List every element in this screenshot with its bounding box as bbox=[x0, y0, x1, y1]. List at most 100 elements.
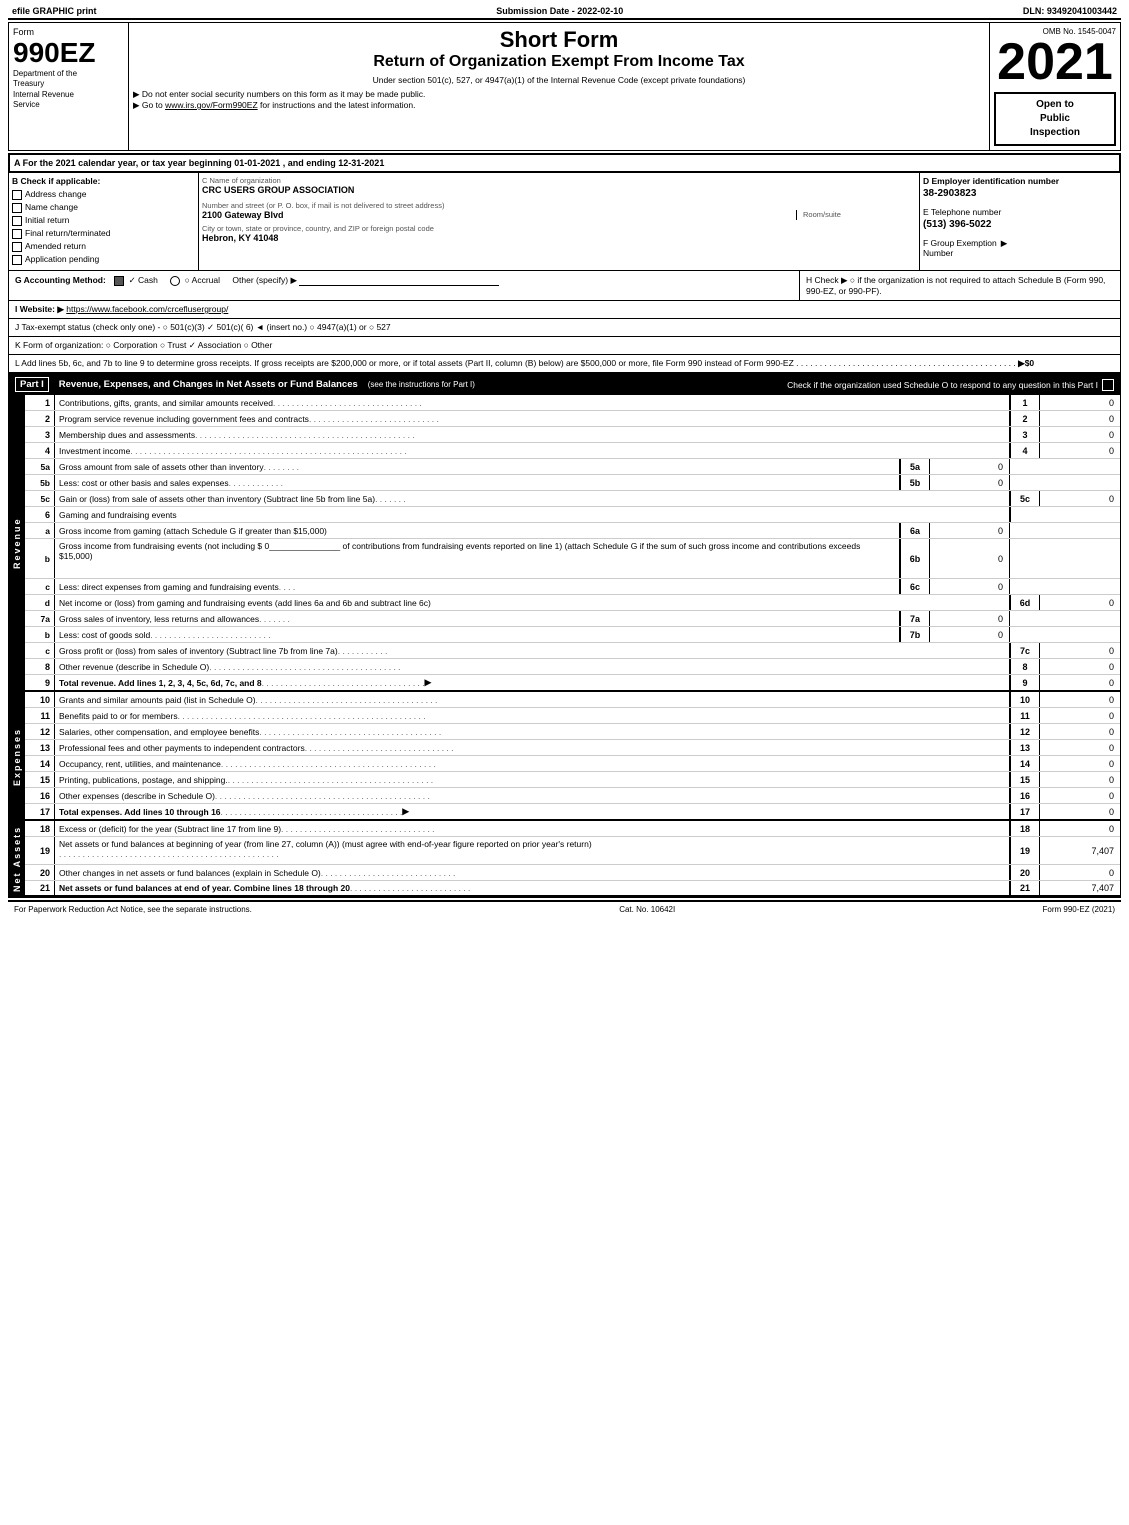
l-row: L Add lines 5b, 6c, and 7b to line 9 to … bbox=[9, 355, 1120, 374]
row-6c-subval: 0 bbox=[930, 579, 1010, 594]
row-16-value: 0 bbox=[1040, 788, 1120, 803]
page: efile GRAPHIC print Submission Date - 20… bbox=[0, 0, 1129, 921]
dept-text: Department of the Treasury Internal Reve… bbox=[13, 69, 124, 111]
part-i-checkbox[interactable] bbox=[1102, 379, 1114, 391]
row-18-num: 18 bbox=[25, 821, 55, 836]
h-col: H Check ▶ ○ if the organization is not r… bbox=[800, 271, 1120, 300]
f-label: F Group Exemption Number bbox=[923, 238, 997, 258]
row-19-desc: Net assets or fund balances at beginning… bbox=[55, 837, 1010, 864]
part-i-check: Check if the organization used Schedule … bbox=[787, 379, 1114, 391]
efile-label: efile GRAPHIC print bbox=[12, 6, 97, 16]
ein-phone-col: D Employer identification number 38-2903… bbox=[920, 173, 1120, 270]
row-21-linenum: 21 bbox=[1010, 881, 1040, 895]
row-20: 20 Other changes in net assets or fund b… bbox=[25, 865, 1120, 881]
year-col: OMB No. 1545-0047 2021 Open to Public In… bbox=[990, 23, 1120, 150]
row-9-desc: Total revenue. Add lines 1, 2, 3, 4, 5c,… bbox=[55, 675, 1010, 690]
row-14-linenum: 14 bbox=[1010, 756, 1040, 771]
address-change-checkbox[interactable] bbox=[12, 190, 22, 200]
i-url[interactable]: https://www.facebook.com/crceflusergroup… bbox=[66, 304, 228, 314]
row-5a-right-spacer bbox=[1010, 459, 1120, 474]
name-change-checkbox[interactable] bbox=[12, 203, 22, 213]
row-17-desc: Total expenses. Add lines 10 through 16 … bbox=[55, 804, 1010, 819]
row-14-value: 0 bbox=[1040, 756, 1120, 771]
row-5b-right-spacer bbox=[1010, 475, 1120, 490]
amended-return-checkbox[interactable] bbox=[12, 242, 22, 252]
address-value: 2100 Gateway Blvd bbox=[202, 210, 796, 220]
row-6b-sub: b bbox=[25, 539, 55, 578]
row-14-num: 14 bbox=[25, 756, 55, 771]
row-5a-desc: Gross amount from sale of assets other t… bbox=[55, 459, 900, 474]
row-6d-value: 0 bbox=[1040, 595, 1120, 610]
row-9-value: 0 bbox=[1040, 675, 1120, 690]
submission-date: Submission Date - 2022-02-10 bbox=[496, 6, 623, 16]
check-applicable-col: B Check if applicable: Address change Na… bbox=[9, 173, 199, 270]
row-10: 10 Grants and similar amounts paid (list… bbox=[25, 692, 1120, 708]
g-other: Other (specify) ▶ bbox=[232, 275, 297, 285]
row-14-desc: Occupancy, rent, utilities, and maintena… bbox=[55, 756, 1010, 771]
net-assets-side-label: Net Assets bbox=[9, 821, 25, 897]
row-2-num: 2 bbox=[25, 411, 55, 426]
accrual-checkbox[interactable] bbox=[170, 276, 180, 286]
expenses-section: Expenses 10 Grants and similar amounts p… bbox=[9, 692, 1120, 821]
ein-value: 38-2903823 bbox=[923, 188, 1117, 199]
phone-value: (513) 396-5022 bbox=[923, 219, 1117, 230]
row-13-linenum: 13 bbox=[1010, 740, 1040, 755]
row-6c-desc: Less: direct expenses from gaming and fu… bbox=[55, 579, 900, 594]
row-6b: b Gross income from fundraising events (… bbox=[25, 539, 1120, 579]
row-15-num: 15 bbox=[25, 772, 55, 787]
row-1: 1 Contributions, gifts, grants, and simi… bbox=[25, 395, 1120, 411]
row-6c-right-spacer bbox=[1010, 579, 1120, 594]
row-6d-linenum: 6d bbox=[1010, 595, 1040, 610]
irs-link[interactable]: www.irs.gov/Form990EZ bbox=[165, 100, 258, 110]
row-10-value: 0 bbox=[1040, 692, 1120, 707]
f-value: ▶ bbox=[1001, 238, 1008, 258]
row-8-linenum: 8 bbox=[1010, 659, 1040, 674]
row-8-value: 0 bbox=[1040, 659, 1120, 674]
dln-number: DLN: 93492041003442 bbox=[1023, 6, 1117, 16]
final-return-checkbox[interactable] bbox=[12, 229, 22, 239]
cash-checkbox[interactable] bbox=[114, 276, 124, 286]
row-7b-right-spacer bbox=[1010, 627, 1120, 642]
row-6a-sub: a bbox=[25, 523, 55, 538]
row-6b-desc: Gross income from fundraising events (no… bbox=[55, 539, 900, 578]
row-6a-desc: Gross income from gaming (attach Schedul… bbox=[55, 523, 900, 538]
revenue-side-label: Revenue bbox=[9, 395, 25, 692]
row-6b-subval: 0 bbox=[930, 539, 1010, 578]
row-19: 19 Net assets or fund balances at beginn… bbox=[25, 837, 1120, 865]
row-13-desc: Professional fees and other payments to … bbox=[55, 740, 1010, 755]
row-1-linenum: 1 bbox=[1010, 395, 1040, 410]
row-3-value: 0 bbox=[1040, 427, 1120, 442]
row-11-desc: Benefits paid to or for members . . . . … bbox=[55, 708, 1010, 723]
row-7a-desc: Gross sales of inventory, less returns a… bbox=[55, 611, 900, 626]
row-6c-sub: c bbox=[25, 579, 55, 594]
row-20-linenum: 20 bbox=[1010, 865, 1040, 880]
row-5c: 5c Gain or (loss) from sale of assets ot… bbox=[25, 491, 1120, 507]
check-initial-return: Initial return bbox=[12, 215, 195, 226]
row-7b: b Less: cost of goods sold . . . . . . .… bbox=[25, 627, 1120, 643]
row-6d: d Net income or (loss) from gaming and f… bbox=[25, 595, 1120, 611]
row-4-linenum: 4 bbox=[1010, 443, 1040, 458]
section-a: A For the 2021 calendar year, or tax yea… bbox=[8, 153, 1121, 173]
row-1-desc: Contributions, gifts, grants, and simila… bbox=[55, 395, 1010, 410]
row-7a: 7a Gross sales of inventory, less return… bbox=[25, 611, 1120, 627]
row-13-num: 13 bbox=[25, 740, 55, 755]
row-3: 3 Membership dues and assessments . . . … bbox=[25, 427, 1120, 443]
row-16-desc: Other expenses (describe in Schedule O) … bbox=[55, 788, 1010, 803]
row-5c-value: 0 bbox=[1040, 491, 1120, 506]
row-11-value: 0 bbox=[1040, 708, 1120, 723]
row-1-num: 1 bbox=[25, 395, 55, 410]
row-6-label: 6 Gaming and fundraising events bbox=[25, 507, 1120, 523]
row-17-linenum: 17 bbox=[1010, 804, 1040, 819]
application-pending-checkbox[interactable] bbox=[12, 255, 22, 265]
g-h-row: G Accounting Method: ✓ Cash ○ Accrual Ot… bbox=[9, 271, 1120, 301]
part-i-header: Part I Revenue, Expenses, and Changes in… bbox=[9, 374, 1120, 395]
j-text: J Tax-exempt status (check only one) - ○… bbox=[15, 322, 391, 332]
g-cash: ✓ Cash bbox=[114, 275, 160, 285]
row-7c: c Gross profit or (loss) from sales of i… bbox=[25, 643, 1120, 659]
g-col: G Accounting Method: ✓ Cash ○ Accrual Ot… bbox=[9, 271, 800, 300]
l-value: ▶$0 bbox=[1018, 358, 1034, 368]
initial-return-checkbox[interactable] bbox=[12, 216, 22, 226]
expenses-content: 10 Grants and similar amounts paid (list… bbox=[25, 692, 1120, 821]
row-11-linenum: 11 bbox=[1010, 708, 1040, 723]
city-value: Hebron, KY 41048 bbox=[202, 233, 916, 243]
